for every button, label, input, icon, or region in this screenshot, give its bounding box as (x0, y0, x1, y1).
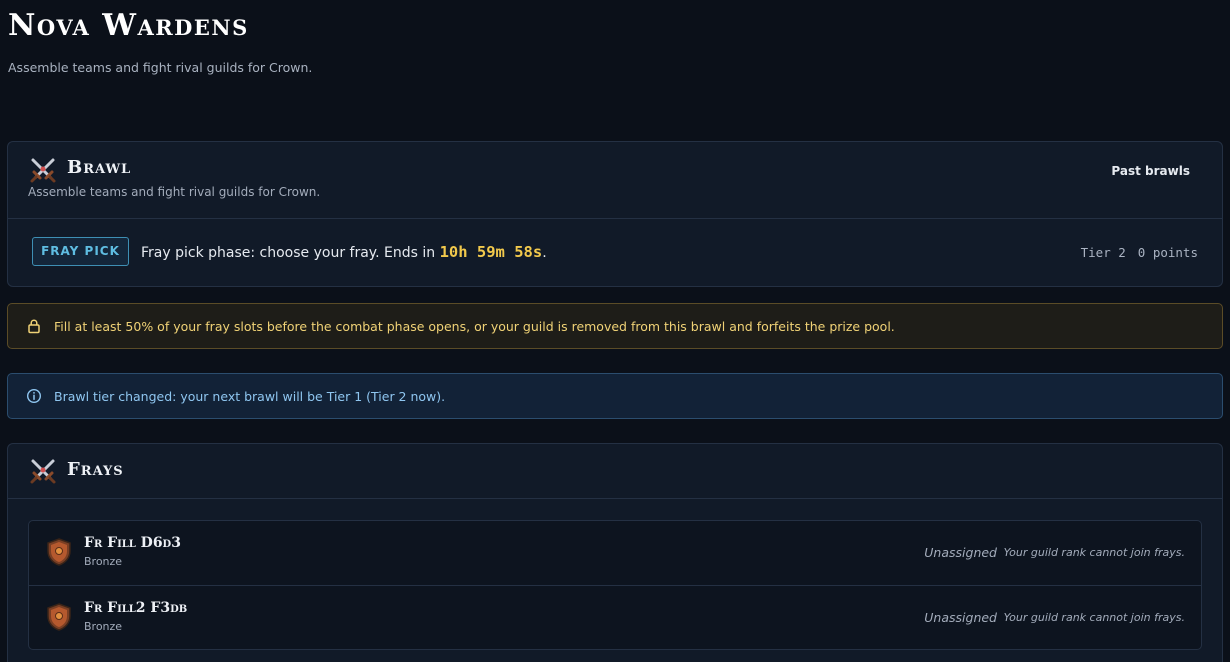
frays-title: Frays (67, 459, 124, 480)
bronze-shield-icon (47, 603, 71, 631)
fray-status: Unassigned (924, 545, 997, 560)
phase-status: Fray pick phase: choose your fray. Ends … (141, 243, 547, 261)
info-alert: Brawl tier changed: your next brawl will… (7, 373, 1223, 419)
fray-list: Fr Fill D6d3 Bronze Unassigned Your guil… (28, 520, 1202, 650)
tier-info: Tier 2 0 points (1081, 245, 1198, 260)
past-brawls-link[interactable]: Past brawls (1111, 164, 1190, 178)
page-subtitle: Assemble teams and fight rival guilds fo… (8, 60, 313, 75)
phase-countdown: 10h 59m 58s (439, 243, 543, 261)
phase-text: Fray pick phase: choose your fray. Ends … (141, 245, 436, 261)
lock-icon (28, 319, 40, 334)
fray-tier: Bronze (84, 555, 123, 568)
fray-row[interactable]: Fr Fill D6d3 Bronze Unassigned Your guil… (29, 521, 1201, 585)
frays-card-header: Frays (8, 444, 1222, 499)
info-icon (26, 388, 42, 404)
brawl-card-header: Brawl Assemble teams and fight rival gui… (8, 142, 1222, 219)
phase-badge: FRAY PICK (32, 237, 129, 266)
warning-text: Fill at least 50% of your fray slots bef… (54, 319, 895, 334)
phase-suffix: . (542, 245, 547, 261)
crossed-swords-icon (30, 158, 56, 183)
page-title: Nova Wardens (8, 8, 249, 43)
fray-status: Unassigned (924, 610, 997, 625)
warning-alert: Fill at least 50% of your fray slots bef… (7, 303, 1223, 349)
tier-label: Tier 2 (1080, 245, 1126, 260)
crossed-swords-icon (30, 459, 56, 484)
brawl-title: Brawl (67, 157, 132, 178)
bronze-shield-icon (47, 538, 71, 566)
fray-tier: Bronze (84, 620, 123, 633)
points-label: 0 points (1137, 245, 1198, 260)
fray-note: Your guild rank cannot join frays. (1003, 546, 1185, 559)
fray-note: Your guild rank cannot join frays. (1003, 611, 1185, 624)
brawl-card: Brawl Assemble teams and fight rival gui… (7, 141, 1223, 287)
fray-name: Fr Fill D6d3 (84, 535, 181, 551)
info-text: Brawl tier changed: your next brawl will… (54, 389, 446, 404)
fray-row[interactable]: Fr Fill2 F3db Bronze Unassigned Your gui… (29, 585, 1201, 649)
fray-name: Fr Fill2 F3db (84, 600, 188, 616)
brawl-subtitle: Assemble teams and fight rival guilds fo… (28, 185, 321, 199)
frays-card: Frays Fr Fill D6d3 Bronze Unassigned You… (7, 443, 1223, 662)
